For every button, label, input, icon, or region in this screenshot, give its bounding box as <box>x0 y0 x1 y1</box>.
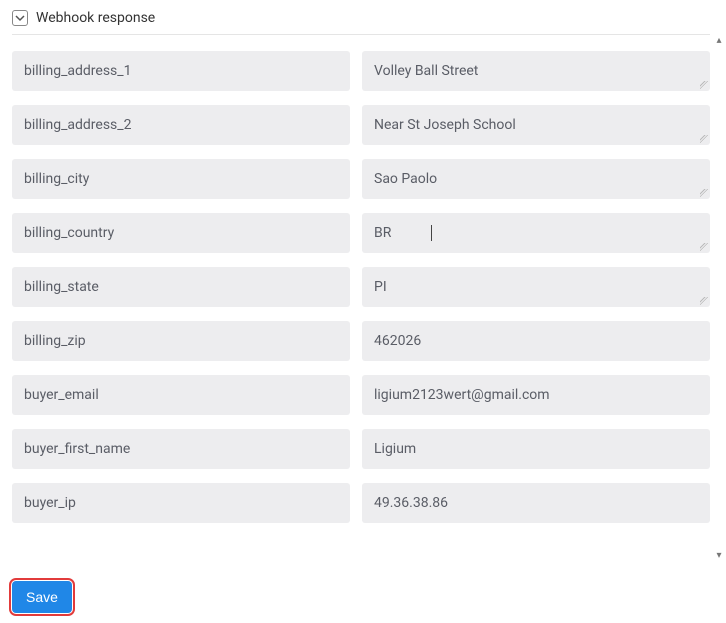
field-row: billing_address_1 Volley Ball Street <box>10 51 712 91</box>
field-row: billing_state PI <box>10 267 712 307</box>
field-key[interactable]: billing_address_1 <box>12 51 350 91</box>
field-key[interactable]: buyer_email <box>12 375 350 415</box>
field-key[interactable]: billing_address_2 <box>12 105 350 145</box>
divider <box>12 34 710 35</box>
text-caret <box>431 225 432 241</box>
field-value[interactable]: Near St Joseph School <box>362 105 710 145</box>
chevron-down-icon <box>15 13 25 23</box>
section-header: Webhook response <box>0 0 726 34</box>
scroll-up-arrow[interactable]: ▴ <box>714 36 724 46</box>
footer: Save <box>12 581 72 613</box>
field-value[interactable]: Volley Ball Street <box>362 51 710 91</box>
field-value[interactable]: Sao Paolo <box>362 159 710 199</box>
field-key[interactable]: billing_state <box>12 267 350 307</box>
field-value[interactable]: 462026 <box>362 321 710 361</box>
field-key[interactable]: buyer_ip <box>12 483 350 523</box>
collapse-toggle[interactable] <box>12 10 28 26</box>
field-value[interactable]: Ligium <box>362 429 710 469</box>
field-key[interactable]: billing_country <box>12 213 350 253</box>
section-title: Webhook response <box>36 10 155 26</box>
field-value[interactable]: PI <box>362 267 710 307</box>
field-key[interactable]: buyer_first_name <box>12 429 350 469</box>
field-key[interactable]: billing_city <box>12 159 350 199</box>
scroll-down-arrow[interactable]: ▾ <box>714 551 724 561</box>
field-row: buyer_email ligium2123wert@gmail.com <box>10 375 712 415</box>
field-row: billing_zip 462026 <box>10 321 712 361</box>
field-row: billing_address_2 Near St Joseph School <box>10 105 712 145</box>
save-button[interactable]: Save <box>12 581 72 613</box>
field-row: billing_city Sao Paolo <box>10 159 712 199</box>
field-key[interactable]: billing_zip <box>12 321 350 361</box>
field-value[interactable]: BR <box>362 213 710 253</box>
field-value[interactable]: 49.36.38.86 <box>362 483 710 523</box>
field-row: buyer_first_name Ligium <box>10 429 712 469</box>
field-row: billing_country BR <box>10 213 712 253</box>
field-row: buyer_ip 49.36.38.86 <box>10 483 712 523</box>
fields-scroll-area[interactable]: billing_address_1Volley Ball Streetbilli… <box>10 34 712 563</box>
field-value[interactable]: ligium2123wert@gmail.com <box>362 375 710 415</box>
